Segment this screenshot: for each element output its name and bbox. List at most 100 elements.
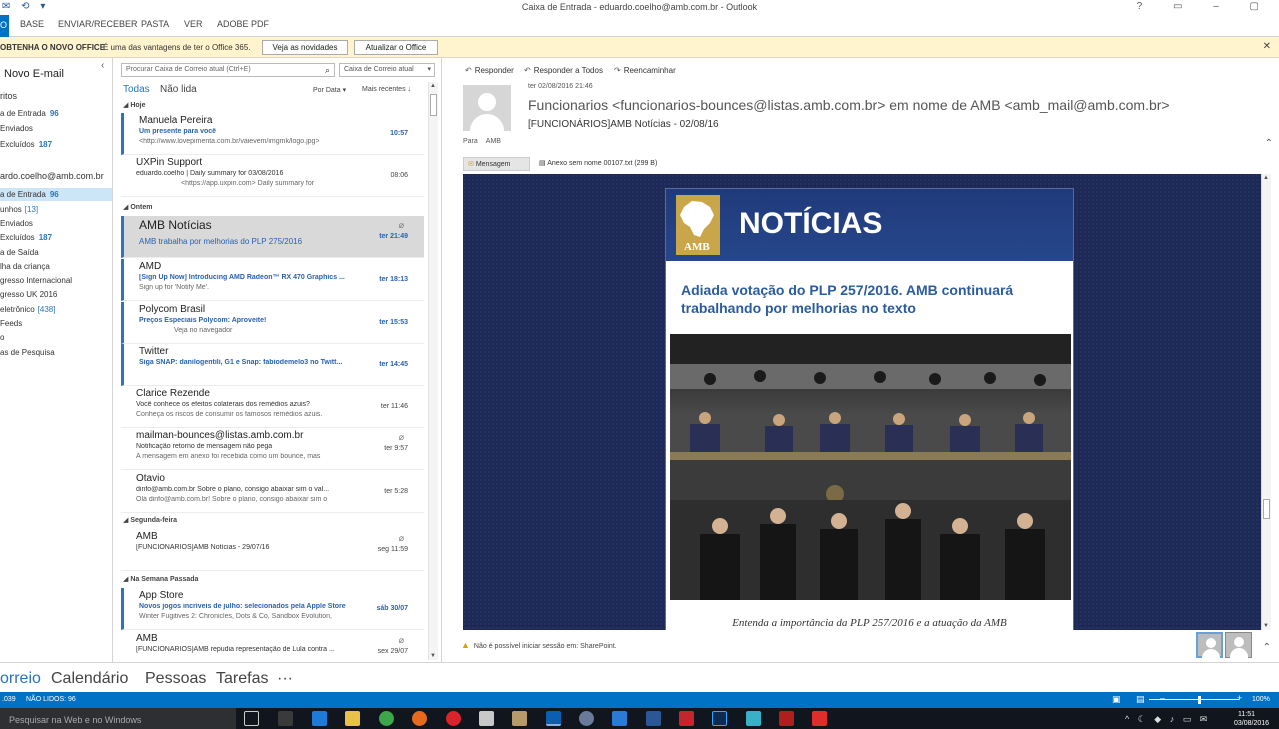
folder-drafts[interactable]: unhos [13]	[0, 205, 38, 214]
filter-unread-tab[interactable]: Não lida	[160, 84, 197, 95]
clock-time[interactable]: 11:51	[1238, 711, 1255, 718]
tab-adobe-pdf[interactable]: ADOBE PDF	[217, 19, 269, 29]
normal-view-icon[interactable]: ▣	[1112, 694, 1121, 705]
calculator-icon[interactable]	[479, 711, 494, 726]
newsletter-caption[interactable]: Entenda a importância da PLP 257/2016 e …	[666, 617, 1073, 629]
list-item[interactable]: AMD [Sign Up Now] Introducing AMD Radeon™…	[121, 259, 424, 301]
list-item[interactable]: Otavio dinfo@amb.com.br Sobre o plano, co…	[121, 471, 424, 513]
favorites-header[interactable]: ritos	[0, 91, 17, 101]
folder-deleted[interactable]: Excluídos 187	[0, 233, 52, 242]
list-item[interactable]: mailman-bounces@listas.amb.com.br Notific…	[121, 428, 424, 470]
search-icon[interactable]: ⌕	[325, 65, 330, 76]
plenary-photo[interactable]	[670, 334, 1071, 600]
tab-base[interactable]: BASE	[20, 19, 44, 29]
scroll-down-icon[interactable]: ▼	[430, 653, 436, 659]
scroll-thumb[interactable]	[430, 94, 437, 116]
chevron-up-icon[interactable]: ⌃	[1265, 138, 1273, 149]
attachment-file[interactable]: ▤ Anexo sem nome 00107.txt (299 B)	[539, 159, 657, 167]
zoom-out-icon[interactable]: –	[1160, 693, 1165, 703]
store-icon[interactable]	[278, 711, 293, 726]
folder-rss-feeds[interactable]: Feeds	[0, 319, 22, 328]
list-item[interactable]: Polycom Brasil Preços Especiais Polycom: …	[121, 302, 424, 344]
sort-by-dropdown[interactable]: Por Data ▾	[313, 86, 346, 94]
folder-item[interactable]: gresso UK 2016	[0, 290, 57, 299]
clock-date[interactable]: 03/08/2016	[1234, 720, 1269, 727]
edge-icon[interactable]	[312, 711, 327, 726]
list-item[interactable]: Twitter Siga SNAP: danilogentili, G1 e Sn…	[121, 344, 424, 386]
filezilla-icon[interactable]	[779, 711, 794, 726]
scroll-down-icon[interactable]: ▼	[1263, 623, 1269, 629]
app-icon[interactable]	[579, 711, 594, 726]
people-pane-photo[interactable]	[1196, 632, 1223, 659]
group-header-last-week[interactable]: ◢ Na Semana Passada	[123, 575, 198, 583]
favorite-deleted[interactable]: Excluídos 187	[0, 140, 52, 149]
filter-all-tab[interactable]: Todas	[123, 84, 150, 95]
scroll-up-icon[interactable]: ▲	[430, 83, 436, 89]
window-controls[interactable]: ? ▭ – ▢	[1137, 1, 1273, 12]
zoom-in-icon[interactable]: +	[1237, 693, 1242, 703]
folder-search-folders[interactable]: as de Pesquisa	[0, 348, 55, 357]
folder-junk[interactable]: eletrônico [438]	[0, 305, 55, 314]
folder-item[interactable]: gresso Internacional	[0, 276, 72, 285]
scroll-up-icon[interactable]: ▲	[1263, 175, 1269, 181]
folder-sent[interactable]: Enviados	[0, 219, 33, 228]
favorite-sent[interactable]: Enviados	[0, 124, 33, 133]
folder-item[interactable]: lha da criança	[0, 262, 50, 271]
chrome-icon[interactable]	[379, 711, 394, 726]
account-header[interactable]: ardo.coelho@amb.com.br	[0, 171, 104, 181]
reply-all-button[interactable]: ↶ Responder a Todos	[524, 66, 603, 75]
collapse-chevron-icon[interactable]: ‹	[101, 60, 104, 71]
outlook-icon[interactable]	[546, 711, 561, 726]
search-scope-select[interactable]: Caixa de Correio atual ▾	[339, 63, 435, 77]
file-explorer-icon[interactable]	[345, 711, 360, 726]
app-icon[interactable]	[612, 711, 627, 726]
task-view-icon[interactable]	[244, 711, 259, 726]
list-item[interactable]: Clarice Rezende Você conhece os efeitos c…	[121, 386, 424, 428]
module-mail[interactable]: orreio	[0, 670, 41, 688]
firefox-icon[interactable]	[412, 711, 427, 726]
group-header-monday[interactable]: ◢ Segunda-feira	[123, 516, 177, 524]
folder-inbox[interactable]: a de Entrada 96	[0, 188, 112, 201]
zoom-slider[interactable]	[1149, 699, 1239, 700]
tab-folder[interactable]: PASTA	[141, 19, 169, 29]
scroll-thumb[interactable]	[1263, 499, 1270, 519]
list-item[interactable]: UXPin Support eduardo.coelho | Daily summ…	[121, 155, 424, 197]
list-item[interactable]: App Store Novos jogos incríveis de julho:…	[121, 588, 424, 630]
people-pane-photo[interactable]	[1225, 632, 1252, 658]
attachment-message-tab[interactable]: ✉ Mensagem	[463, 157, 530, 171]
close-icon[interactable]: ✕	[1263, 41, 1271, 52]
zoom-level[interactable]: 100%	[1252, 696, 1270, 703]
list-item[interactable]: AMB [FUNCIONÁRIOS]AMB Notícias - 29/07/16…	[121, 529, 424, 571]
tab-send-receive[interactable]: ENVIAR/RECEBER	[58, 19, 138, 29]
list-item-selected[interactable]: AMB Notícias AMB trabalha por melhorias d…	[121, 216, 424, 258]
tab-view[interactable]: VER	[184, 19, 203, 29]
app-icon[interactable]	[746, 711, 761, 726]
newsletter-headline[interactable]: Adiada votação do PLP 257/2016. AMB cont…	[681, 281, 1061, 317]
message-sender[interactable]: Funcionarios <funcionarios-bounces@lista…	[528, 97, 1170, 113]
reading-scrollbar[interactable]: ▲ ▼	[1261, 174, 1271, 630]
list-scrollbar[interactable]: ▲ ▼	[428, 82, 438, 660]
acrobat-icon[interactable]	[812, 711, 827, 726]
word-icon[interactable]	[646, 711, 661, 726]
taskbar-search-input[interactable]: Pesquisar na Web e no Windows	[0, 708, 236, 729]
folder-outbox[interactable]: a de Saída	[0, 248, 39, 257]
group-header-today[interactable]: ◢ Hoje	[123, 101, 146, 109]
search-input[interactable]: Procurar Caixa de Correio atual (Ctrl+E)…	[121, 63, 335, 77]
reply-button[interactable]: ↶ Responder	[465, 66, 514, 75]
folder-item[interactable]: o	[0, 333, 4, 342]
new-email-button[interactable]: Novo E-mail	[4, 68, 64, 80]
more-modules-button[interactable]: ···	[277, 670, 293, 688]
forward-button[interactable]: ↷ Reencaminhar	[614, 66, 676, 75]
see-news-button[interactable]: Veja as novidades	[262, 40, 348, 55]
app-icon[interactable]	[679, 711, 694, 726]
zoom-slider-knob[interactable]	[1198, 696, 1201, 704]
chevron-up-icon[interactable]: ⌃	[1263, 642, 1271, 653]
tab-file[interactable]: O	[0, 15, 9, 37]
app-icon[interactable]	[512, 711, 527, 726]
group-header-yesterday[interactable]: ◢ Ontem	[123, 203, 153, 211]
opera-icon[interactable]	[446, 711, 461, 726]
list-item[interactable]: Manuela Pereira Um presente para você <htt…	[121, 113, 424, 155]
photoshop-icon[interactable]	[712, 711, 727, 726]
update-office-button[interactable]: Atualizar o Office	[354, 40, 438, 55]
module-people[interactable]: Pessoas	[145, 670, 206, 688]
